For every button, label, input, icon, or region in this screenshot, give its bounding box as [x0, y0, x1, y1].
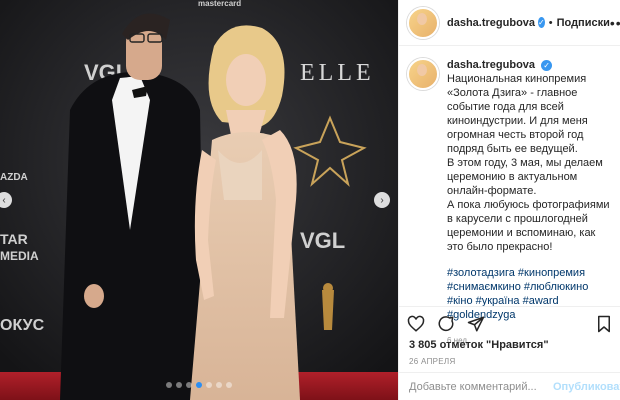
username-link[interactable]: dasha.tregubova: [447, 17, 535, 29]
backdrop-logo-vgl-right: VGL: [300, 228, 345, 253]
follow-status-button[interactable]: Подписки: [557, 17, 610, 29]
backdrop-logo-okus: ОКУС: [0, 317, 45, 334]
caption-block: dasha.tregubova ✓ Национальная кинопреми…: [399, 46, 620, 348]
publish-button[interactable]: Опубликовать: [553, 381, 620, 393]
avatar[interactable]: [407, 58, 439, 90]
post-photo[interactable]: ELLE VGL VGL TAR MEDIA ОКУС AZDA masterc…: [0, 0, 398, 400]
carousel-dot: [206, 382, 212, 388]
caption-line: А пока любуюсь фотографиями в карусели с…: [447, 199, 610, 253]
caption-line: В этом году, 3 мая, мы делаем церемонию …: [447, 157, 603, 197]
caption-line: Национальная кинопремия «Золота Дзига» -…: [447, 73, 588, 155]
carousel-next-button[interactable]: ›: [374, 192, 390, 208]
bookmark-icon[interactable]: [596, 315, 612, 333]
backdrop-logo-star: TAR: [0, 231, 28, 247]
caption-text: dasha.tregubova ✓ Национальная кинопреми…: [447, 58, 612, 348]
backdrop-logo-mastercard: mastercard: [198, 0, 241, 8]
photo-artwork: ELLE VGL VGL TAR MEDIA ОКУС AZDA masterc…: [0, 0, 398, 400]
backdrop-logo-media: MEDIA: [0, 249, 39, 263]
comment-icon[interactable]: [437, 315, 455, 333]
post-side-panel: dasha.tregubova ✓ • Подписки ••• dasha.t…: [398, 0, 620, 400]
backdrop-logo-mazda: AZDA: [0, 172, 28, 183]
more-icon[interactable]: •••: [610, 15, 620, 31]
verified-badge-icon: ✓: [538, 17, 545, 28]
actions-bar: 3 805 отметок "Нравится" 26 АПРЕЛЯ: [399, 306, 620, 366]
carousel-dot-active: [196, 382, 202, 388]
avatar[interactable]: [407, 6, 439, 39]
carousel-dot: [226, 382, 232, 388]
comment-input[interactable]: [407, 379, 553, 394]
separator: •: [548, 16, 553, 29]
carousel-indicator: [0, 382, 398, 388]
caption-username[interactable]: dasha.tregubova: [447, 59, 535, 71]
carousel-dot: [166, 382, 172, 388]
post-date: 26 АПРЕЛЯ: [409, 357, 456, 366]
carousel-dot: [176, 382, 182, 388]
likes-count[interactable]: 3 805 отметок "Нравится": [399, 333, 620, 351]
comment-box: Опубликовать: [399, 372, 620, 400]
backdrop-logo-elle: ELLE: [300, 60, 375, 86]
verified-badge-icon: ✓: [541, 59, 553, 71]
carousel-dot: [216, 382, 222, 388]
heart-icon[interactable]: [407, 315, 425, 333]
carousel-dot: [186, 382, 192, 388]
share-icon[interactable]: [467, 315, 485, 333]
post-header: dasha.tregubova ✓ • Подписки •••: [399, 0, 620, 46]
